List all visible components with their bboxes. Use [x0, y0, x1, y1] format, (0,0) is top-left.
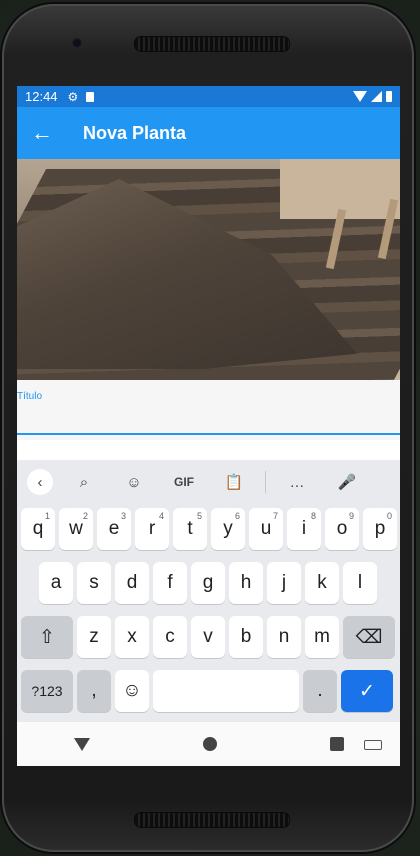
key-g[interactable]: g	[191, 562, 225, 604]
system-nav-bar	[17, 722, 400, 766]
microphone-icon[interactable]: 🎤	[328, 468, 366, 496]
settings-icon: ⚙	[67, 89, 79, 104]
key-q-label: q	[32, 518, 44, 539]
status-right	[353, 91, 392, 102]
key-e-label: e	[108, 518, 120, 539]
key-o[interactable]: o9	[325, 508, 359, 550]
key-h[interactable]: h	[229, 562, 263, 604]
battery-icon	[386, 91, 392, 102]
arrow-left-icon[interactable]: ←	[17, 120, 67, 146]
key-f[interactable]: f	[153, 562, 187, 604]
key-i-hint: 8	[310, 511, 316, 521]
title-field-label: Título	[17, 391, 43, 402]
gif-button[interactable]: GIF	[165, 468, 203, 496]
key-u[interactable]: u7	[249, 508, 283, 550]
key-k[interactable]: k	[305, 562, 339, 604]
key-a[interactable]: a	[39, 562, 73, 604]
screen: 12:44 ⚙ ← Nova Planta Título ‹ ⌕ ☺ GIF 📋	[17, 86, 400, 766]
key-r-hint: 4	[158, 511, 164, 521]
top-speaker	[134, 36, 290, 52]
key-r-label: r	[148, 518, 156, 539]
status-bar: 12:44 ⚙	[17, 86, 400, 107]
key-r[interactable]: r4	[135, 508, 169, 550]
sd-card-icon	[86, 91, 95, 102]
front-camera	[72, 38, 82, 48]
key-y[interactable]: y6	[211, 508, 245, 550]
key-q-hint: 1	[44, 511, 50, 521]
key-t-label: t	[187, 518, 193, 539]
key-o-hint: 9	[348, 511, 354, 521]
toolbar-separator	[265, 471, 266, 493]
nav-back-icon[interactable]	[73, 737, 90, 751]
key-e[interactable]: e3	[97, 508, 131, 550]
key-q[interactable]: q1	[21, 508, 55, 550]
comma-key[interactable]: ,	[77, 670, 111, 712]
key-n[interactable]: n	[267, 616, 301, 658]
keyboard-row-1: q1 w2 e3 r4 t5 y6 u7 i8 o9 p0	[19, 508, 399, 550]
key-t[interactable]: t5	[173, 508, 207, 550]
keyboard-row-3: ⇧ z x c v b n m ⌫	[19, 616, 397, 658]
keyboard-toolbar: ‹ ⌕ ☺ GIF 📋 … 🎤	[17, 460, 400, 504]
shift-key[interactable]: ⇧	[21, 616, 73, 658]
status-time: 12:44	[25, 89, 58, 104]
key-u-label: u	[260, 518, 272, 539]
key-b[interactable]: b	[229, 616, 263, 658]
key-j[interactable]: j	[267, 562, 301, 604]
title-input[interactable]	[17, 406, 400, 432]
sticker-icon[interactable]: ☺	[115, 468, 153, 496]
app-bar: ← Nova Planta	[17, 107, 400, 159]
key-m[interactable]: m	[305, 616, 339, 658]
done-key[interactable]: ✓	[341, 670, 393, 712]
key-v[interactable]: v	[191, 616, 225, 658]
space-bar[interactable]	[153, 670, 299, 712]
key-c[interactable]: c	[153, 616, 187, 658]
key-y-label: y	[223, 518, 233, 539]
more-icon[interactable]: …	[278, 468, 316, 496]
key-d[interactable]: d	[115, 562, 149, 604]
key-p[interactable]: p0	[363, 508, 397, 550]
key-e-hint: 3	[120, 511, 126, 521]
key-s[interactable]: s	[77, 562, 111, 604]
keyboard-row-2: a s d f g h j k l	[37, 562, 379, 604]
key-x[interactable]: x	[115, 616, 149, 658]
backspace-key[interactable]: ⌫	[343, 616, 395, 658]
key-l[interactable]: l	[343, 562, 377, 604]
key-w-hint: 2	[82, 511, 88, 521]
key-y-hint: 6	[234, 511, 240, 521]
clipboard-icon[interactable]: 📋	[215, 468, 253, 496]
signal-icon	[371, 91, 382, 102]
keyboard-row-4: ?123 , ☺ . ✓	[19, 670, 395, 712]
key-i[interactable]: i8	[287, 508, 321, 550]
bottom-speaker	[134, 812, 290, 828]
key-o-label: o	[336, 518, 348, 539]
keyboard-switch-icon[interactable]	[364, 740, 382, 750]
key-w[interactable]: w2	[59, 508, 93, 550]
search-icon[interactable]: ⌕	[65, 468, 103, 496]
key-i-label: i	[301, 518, 307, 539]
key-u-hint: 7	[272, 511, 278, 521]
emoji-key[interactable]: ☺	[115, 670, 149, 712]
symbols-key[interactable]: ?123	[21, 670, 73, 712]
nav-home-icon[interactable]	[202, 737, 217, 751]
nav-recents-icon[interactable]	[329, 737, 344, 751]
wifi-icon	[353, 91, 367, 102]
title-field-underline	[17, 433, 400, 435]
key-p-hint: 0	[386, 511, 392, 521]
key-p-label: p	[374, 518, 386, 539]
key-t-hint: 5	[196, 511, 202, 521]
plant-photo[interactable]	[17, 159, 400, 380]
keyboard: ‹ ⌕ ☺ GIF 📋 … 🎤 q1 w2 e3 r4 t5 y6 u7 i8 …	[17, 460, 400, 722]
page-title: Nova Planta	[83, 122, 187, 143]
key-w-label: w	[69, 518, 83, 539]
key-z[interactable]: z	[77, 616, 111, 658]
form: Título	[17, 380, 400, 440]
period-key[interactable]: .	[303, 670, 337, 712]
chevron-left-icon[interactable]: ‹	[27, 469, 53, 495]
